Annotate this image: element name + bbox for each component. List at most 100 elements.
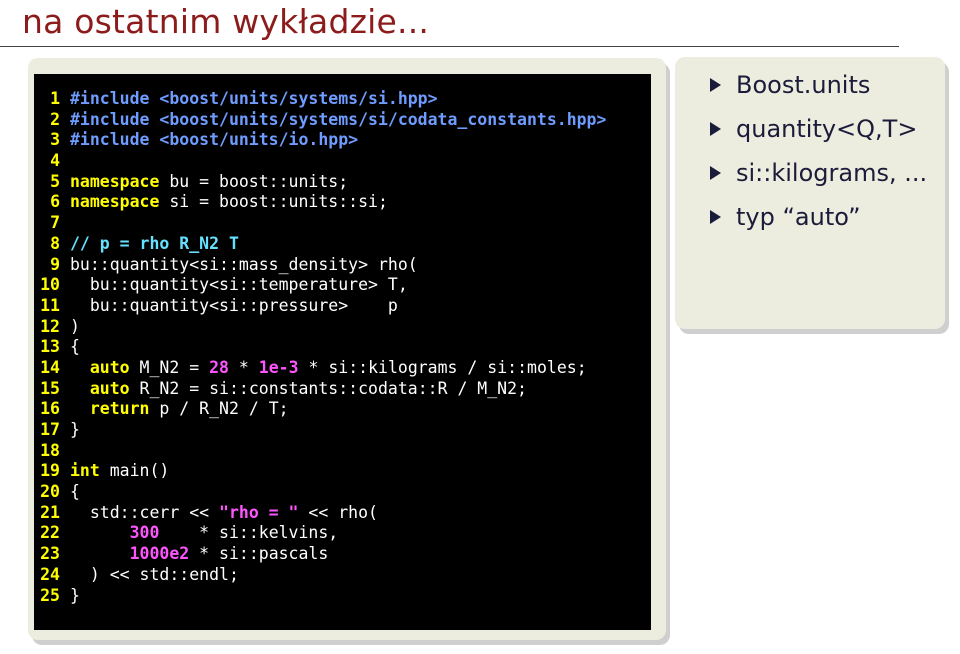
bullet-item: quantity<Q,T>	[710, 107, 927, 151]
line-number: 8	[50, 233, 60, 253]
line-number: 11	[40, 295, 60, 315]
code-line: 13 {	[40, 337, 606, 358]
bullet-item: typ “auto”	[710, 195, 927, 239]
code-token: * si::kelvins,	[159, 523, 339, 543]
line-number: 14	[40, 357, 60, 377]
code-token: ) << std::endl;	[70, 564, 239, 584]
code-token: )	[70, 316, 80, 336]
line-number: 25	[40, 585, 60, 605]
line-number: 20	[40, 482, 60, 502]
bullet-item: Boost.units	[710, 63, 927, 107]
code-block: 1 #include <boost/units/systems/si.hpp> 2 #…	[34, 74, 651, 630]
code-line: 12)	[40, 317, 606, 338]
code-line: 2 #include <boost/units/systems/si/codata…	[40, 110, 606, 131]
code-token: {	[70, 337, 80, 357]
code-token: main()	[99, 461, 170, 481]
line-number: 5	[50, 171, 60, 191]
line-number: 16	[40, 399, 60, 419]
line-number: 13	[40, 337, 60, 357]
line-number: 12	[40, 316, 60, 336]
line-number: 4	[50, 151, 60, 171]
code-token: bu::quantity<si::mass_density> rho(	[70, 254, 418, 274]
code-line: 20 {	[40, 482, 606, 503]
code-token: bu::quantity<si::pressure> p	[70, 295, 398, 315]
code-token: 300	[129, 523, 160, 543]
code-token: {	[70, 482, 80, 502]
code-line: 4	[40, 151, 606, 172]
code-line: 3 #include <boost/units/io.hpp>	[40, 130, 606, 151]
code-token: }	[70, 585, 80, 605]
bullet-triangle-icon	[710, 166, 721, 180]
code-line: 7	[40, 213, 606, 234]
line-number: 2	[50, 109, 60, 129]
code-line: 17}	[40, 420, 606, 441]
code-token: si = boost::units::si;	[159, 192, 388, 212]
bullet-text: Boost.units	[736, 71, 871, 99]
code-token: M_N2 =	[129, 357, 210, 377]
code-line: 11 bu::quantity<si::pressure> p	[40, 296, 606, 317]
bullet-list: Boost.units quantity<Q,T> si::kilograms,…	[710, 63, 927, 239]
line-number: 6	[50, 192, 60, 212]
code-token: }	[70, 420, 80, 439]
code-token: 1e-3	[258, 357, 299, 377]
code-token: namespace	[70, 192, 160, 212]
code-token: * si::pascals	[189, 544, 329, 564]
bullet-item: si::kilograms, ...	[710, 151, 927, 195]
code-token: #include <boost/units/systems/si/codata_…	[70, 109, 607, 129]
line-number: 18	[40, 440, 60, 460]
code-token: 28	[209, 357, 229, 377]
code-line: 5 namespace bu = boost::units;	[40, 172, 606, 193]
bullet-triangle-icon	[710, 210, 721, 224]
code-token: bu::quantity<si::temperature> T,	[70, 275, 408, 295]
line-number: 23	[40, 544, 60, 564]
line-number: 10	[40, 275, 60, 295]
line-number: 9	[50, 254, 60, 274]
code-token: auto	[89, 378, 130, 398]
code-line: 18	[40, 441, 606, 462]
code-token: auto	[89, 357, 130, 377]
line-number: 3	[50, 130, 60, 150]
code-line: 23 1000e2 * si::pascals	[40, 544, 606, 565]
title-divider	[0, 46, 899, 47]
code-token: #include <boost/units/systems/si.hpp>	[70, 89, 438, 108]
code-line: 9 bu::quantity<si::mass_density> rho(	[40, 255, 606, 276]
code-token: 1000e2	[129, 544, 190, 564]
code-token: bu = boost::units;	[159, 171, 349, 191]
line-number: 21	[40, 502, 60, 522]
bullet-text: si::kilograms, ...	[736, 159, 928, 187]
code-token: "rho = "	[219, 502, 299, 522]
code-listing: 1 #include <boost/units/systems/si.hpp> 2 #…	[40, 89, 606, 606]
code-line: 22 300 * si::kelvins,	[40, 523, 606, 544]
slide-title: na ostatnim wykładzie...	[22, 2, 430, 41]
code-token: R_N2 = si::constants::codata::R / M_N2;	[129, 378, 527, 398]
code-line: 10 bu::quantity<si::temperature> T,	[40, 275, 606, 296]
line-number: 19	[40, 461, 60, 481]
bullet-triangle-icon	[710, 78, 721, 92]
code-line: 6 namespace si = boost::units::si;	[40, 192, 606, 213]
code-line: 24 ) << std::endl;	[40, 565, 606, 586]
code-token: // p = rho R_N2 T	[70, 233, 239, 253]
line-number: 15	[40, 378, 60, 398]
code-line: 16 return p / R_N2 / T;	[40, 399, 606, 420]
code-token: * si::kilograms / si::moles;	[298, 357, 587, 377]
code-token: *	[228, 357, 259, 377]
code-line: 21 std::cerr << "rho = " << rho(	[40, 503, 606, 524]
code-token: << rho(	[298, 502, 378, 522]
code-line: 25}	[40, 586, 606, 607]
code-line: 14 auto M_N2 = 28 * 1e-3 * si::kilograms…	[40, 358, 606, 379]
line-number: 7	[50, 213, 60, 233]
bullet-text: typ “auto”	[736, 203, 861, 231]
code-token: p / R_N2 / T;	[149, 399, 289, 419]
code-token: std::cerr <<	[70, 502, 220, 522]
code-line: 8 // p = rho R_N2 T	[40, 234, 606, 255]
code-line: 1 #include <boost/units/systems/si.hpp>	[40, 89, 606, 110]
code-line: 15 auto R_N2 = si::constants::codata::R …	[40, 379, 606, 400]
bullet-text: quantity<Q,T>	[736, 115, 918, 143]
line-number: 24	[40, 564, 60, 584]
line-number: 1	[50, 89, 60, 108]
